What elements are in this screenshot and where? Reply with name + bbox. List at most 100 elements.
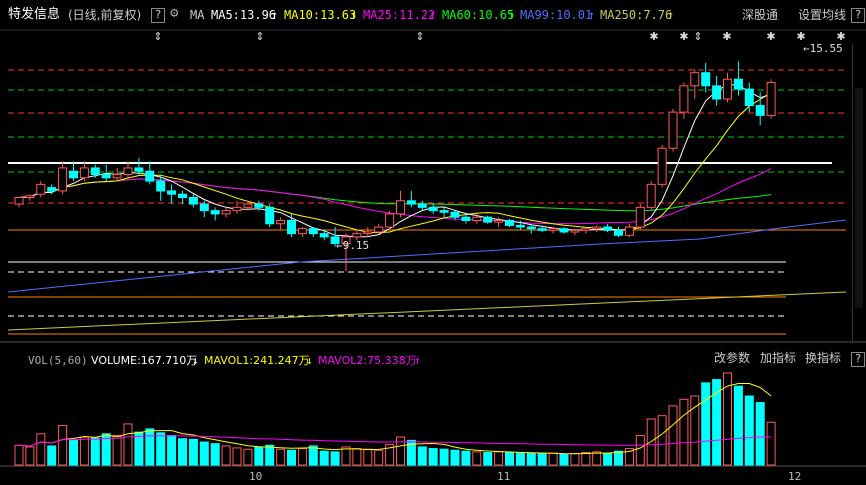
- volume-bar: [450, 449, 460, 466]
- volume-bar: [559, 453, 569, 466]
- help-icon[interactable]: ?: [151, 8, 165, 23]
- volume-bar: [243, 448, 253, 466]
- candle-body: [559, 228, 569, 233]
- date-label: 11: [497, 470, 511, 483]
- ma250-value: MA250:7.76: [600, 8, 673, 22]
- exchange-button[interactable]: 深股通: [742, 8, 778, 22]
- event-marker-icon: ⇕: [693, 30, 702, 43]
- volume-bar: [352, 448, 362, 466]
- volume-bar: [690, 395, 700, 466]
- candle-body: [385, 213, 395, 228]
- candle-body: [624, 226, 634, 236]
- event-markers[interactable]: ⇕ ⇕ ⇕ ✱ ✱ ⇕ ✱ ✱ ✱ ✱: [153, 30, 845, 43]
- high-price-label: ←15.55: [803, 42, 843, 55]
- volume-bar: [744, 395, 754, 466]
- volume-bar: [581, 452, 591, 466]
- candle-body: [526, 226, 536, 230]
- candle-body: [494, 219, 504, 223]
- volume-bar: [69, 439, 78, 466]
- stock-name: 特发信息: [8, 7, 61, 22]
- candle-body: [69, 170, 78, 179]
- candle-body: [232, 206, 242, 212]
- volume-bar: [112, 434, 122, 466]
- candle-body: [733, 78, 743, 90]
- arrow-up-icon: ↑: [271, 8, 279, 22]
- switch-indicator-button[interactable]: 换指标: [805, 352, 841, 365]
- candle-body: [14, 196, 24, 205]
- ma25-value: MA25:11.22: [363, 8, 436, 22]
- help-icon[interactable]: ?: [851, 8, 865, 23]
- candle-body: [112, 174, 122, 179]
- event-marker-icon: ✱: [649, 30, 658, 43]
- volume-label: VOL(5,60): [28, 354, 88, 367]
- moving-average-lines: [7, 83, 847, 331]
- event-marker-icon: ✱: [766, 30, 775, 43]
- mavol1-value: MAVOL1:241.247万: [204, 354, 310, 367]
- volume-bar: [178, 438, 187, 466]
- ma-settings-button[interactable]: 设置均线: [798, 8, 846, 22]
- ma99-line: [7, 219, 847, 293]
- gear-icon[interactable]: ⚙: [170, 6, 178, 20]
- volume-bar: [90, 437, 100, 466]
- candle-body: [90, 167, 100, 176]
- volume-bar: [417, 446, 427, 466]
- volume-bar: [428, 448, 438, 466]
- volume-bar: [472, 451, 482, 466]
- period-label: (日线,前复权): [68, 8, 142, 22]
- volume-bar: [592, 451, 602, 466]
- price-chart[interactable]: ⇕ ⇕ ⇕ ✱ ✱ ⇕ ✱ ✱ ✱ ✱: [0, 0, 866, 485]
- candle-body: [450, 211, 460, 218]
- volume-bar: [570, 453, 580, 466]
- arrow-up-icon: ↑: [414, 354, 421, 367]
- candle-body: [603, 226, 613, 231]
- candle-body: [766, 82, 776, 116]
- scrollbar[interactable]: [852, 44, 865, 342]
- candle-body: [352, 233, 362, 238]
- volume-bar: [221, 445, 231, 466]
- volume-bar: [614, 450, 623, 466]
- volume-bar: [494, 451, 504, 466]
- scrollbar-thumb[interactable]: [855, 88, 863, 308]
- candle-body: [396, 200, 405, 215]
- volume-bar: [199, 441, 209, 466]
- candle-body: [755, 105, 765, 116]
- candle-body: [646, 183, 656, 208]
- candle-body: [505, 219, 514, 226]
- candle-body: [123, 167, 133, 176]
- volume-bar: [439, 448, 449, 466]
- candle-body: [592, 226, 602, 230]
- volume-bar: [25, 446, 35, 466]
- volume-bar: [265, 444, 275, 466]
- volume-bar: [548, 452, 558, 466]
- chart-header: 特发信息 (日线,前复权) ? ⚙ MA MA5:13.96 ↑ MA10:13…: [0, 0, 866, 30]
- volume-bar: [330, 451, 340, 466]
- candle-body: [548, 228, 558, 231]
- event-marker-icon: ⇕: [415, 30, 424, 43]
- candle-body: [210, 210, 220, 215]
- candle-body: [723, 78, 732, 100]
- event-marker-icon: ⇕: [255, 30, 264, 43]
- arrow-up-icon: ↑: [667, 8, 675, 22]
- candle-body: [145, 170, 155, 182]
- candle-body: [635, 206, 645, 228]
- date-label: 12: [788, 470, 802, 483]
- candle-body: [679, 85, 689, 113]
- candle-body: [276, 219, 286, 225]
- ma60-value: MA60:10.65: [442, 8, 515, 22]
- change-params-button[interactable]: 改参数: [714, 352, 750, 365]
- arrow-up-icon: ↑: [429, 8, 437, 22]
- event-marker-icon: ✱: [679, 30, 688, 43]
- volume-bar: [297, 448, 307, 466]
- volume-value: VOLUME:167.710万: [91, 354, 198, 367]
- add-indicator-button[interactable]: 加指标: [760, 352, 796, 365]
- candle-body: [712, 85, 722, 100]
- arrow-up-icon: ↑: [508, 8, 516, 22]
- volume-bar: [396, 436, 405, 466]
- help-icon[interactable]: ?: [851, 352, 865, 367]
- candle-body: [308, 228, 318, 235]
- candle-body: [178, 193, 187, 198]
- date-label: 10: [249, 470, 263, 483]
- candle-body: [614, 229, 623, 236]
- ma-label: MA: [190, 8, 205, 22]
- volume-bar: [14, 444, 24, 466]
